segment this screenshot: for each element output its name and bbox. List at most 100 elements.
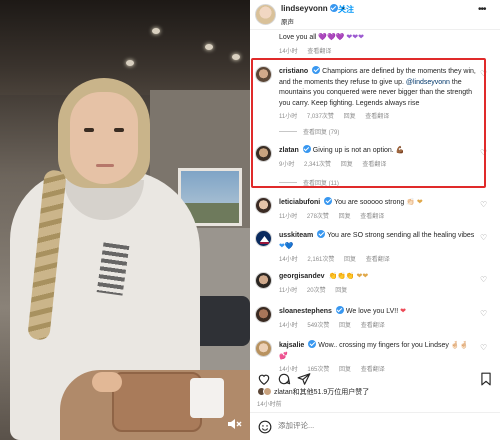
follow-button[interactable]: 关注	[338, 4, 354, 15]
avatar[interactable]	[255, 145, 272, 162]
ceiling-light	[152, 28, 160, 34]
heart-icon[interactable]	[257, 372, 271, 386]
comment-time: 14小时	[279, 322, 298, 329]
comment-icon[interactable]	[277, 372, 291, 386]
comment-text: Wow.. crossing my fingers for you Lindse…	[318, 342, 449, 349]
comment-username[interactable]: georgisandev	[279, 273, 325, 280]
audio-label[interactable]: 原声	[281, 16, 294, 26]
person-eye	[114, 128, 124, 132]
comment-item: cristiano Champions are defined by the m…	[250, 66, 500, 136]
post-action-bar	[250, 372, 500, 386]
post-username[interactable]: lindseyvonn	[281, 4, 328, 13]
comment-text: We love you LV!!	[345, 308, 399, 315]
comment-time: 11小时	[279, 287, 298, 294]
like-comment-icon[interactable]: ♡	[480, 276, 487, 284]
likes-summary[interactable]: zlatan和其他51.9万位用户赞了	[257, 387, 369, 397]
view-replies-link[interactable]: 查看回复 (11)	[279, 178, 339, 187]
comment-emoji: 👏👏👏 ❤❤	[328, 273, 369, 280]
verified-icon	[317, 230, 326, 238]
comment-username[interactable]: kajsalie	[279, 342, 304, 349]
reply-button[interactable]: 回复	[339, 214, 351, 220]
comment-time: 14小时	[279, 48, 298, 55]
avatar[interactable]	[255, 230, 272, 247]
video-player[interactable]	[0, 0, 250, 440]
avatar[interactable]	[255, 272, 272, 289]
like-comment-icon[interactable]: ♡	[480, 149, 487, 157]
like-comment-icon[interactable]: ♡	[480, 201, 487, 209]
ceiling-light	[232, 54, 240, 60]
comment-input[interactable]	[278, 421, 428, 430]
comment-item: zlatan Giving up is not an option. 💪🏾 9小…	[250, 145, 500, 175]
comments-panel: lindseyvonn • 关注 原声 ••• Love you all 💜💜💜…	[250, 0, 500, 440]
comment-username[interactable]: usskiteam	[279, 232, 313, 239]
like-comment-icon[interactable]: ♡	[480, 310, 487, 318]
verified-icon	[335, 306, 344, 314]
comment-likes[interactable]: 7,037次赞	[307, 114, 334, 120]
verified-icon	[324, 197, 333, 205]
comment-likes[interactable]: 278次赞	[307, 214, 329, 220]
knee-brace	[112, 372, 202, 432]
comment-emoji: ❤💙	[279, 242, 294, 250]
mention-link[interactable]: @lindseyvonn	[406, 79, 450, 86]
avatar[interactable]	[255, 306, 272, 323]
translate-link[interactable]: 查看翻译	[365, 114, 389, 120]
post-header: lindseyvonn • 关注 原声 •••	[250, 0, 500, 30]
avatar[interactable]	[255, 4, 276, 25]
translate-link[interactable]: 查看翻译	[362, 162, 386, 168]
verified-icon	[308, 340, 317, 348]
bandage	[190, 378, 224, 418]
comment-username[interactable]: cristiano	[279, 68, 308, 75]
ceiling-light	[126, 60, 134, 66]
comment-username[interactable]: sloanestephens	[279, 308, 332, 315]
comment-text: You are sooooo strong	[334, 199, 405, 206]
caption-text: Love you all	[279, 34, 317, 41]
comment-time: 11小时	[279, 213, 298, 220]
emoji-icon[interactable]	[258, 420, 272, 434]
comment-likes[interactable]: 20次赞	[307, 288, 326, 294]
translate-link[interactable]: 查看翻译	[307, 49, 331, 55]
reply-button[interactable]: 回复	[344, 114, 356, 120]
likes-summary-text: zlatan和其他51.9万位用户赞了	[273, 389, 370, 396]
comment-text: You are SO strong sending all the healin…	[327, 232, 475, 239]
reply-button[interactable]: 回复	[335, 288, 347, 294]
person-hand	[92, 372, 122, 392]
share-icon[interactable]	[297, 372, 311, 386]
person-mouth	[96, 164, 114, 167]
reply-button[interactable]: 回复	[339, 323, 351, 329]
comment-username[interactable]: leticiabufoni	[279, 199, 320, 206]
comment-emoji: 💪🏾	[395, 147, 405, 154]
translate-link[interactable]: 查看翻译	[366, 257, 390, 263]
comment-composer	[250, 412, 500, 440]
verified-icon	[302, 145, 311, 153]
comment-time: 14小时	[279, 257, 298, 263]
comment-emoji: ❤	[400, 308, 406, 315]
person-face	[70, 92, 138, 184]
view-replies-link[interactable]: 查看回复 (79)	[279, 127, 339, 136]
comment-emoji: 👏🏻 ❤	[406, 199, 423, 206]
like-comment-icon[interactable]: ♡	[480, 234, 487, 242]
sound-off-icon[interactable]	[226, 416, 242, 432]
comment-likes[interactable]: 549次赞	[307, 323, 329, 329]
like-comment-icon[interactable]: ♡	[480, 70, 487, 78]
ceiling-light	[205, 44, 213, 50]
avatar[interactable]	[255, 340, 272, 357]
translate-link[interactable]: 查看翻译	[360, 214, 384, 220]
reply-button[interactable]: 回复	[341, 162, 353, 168]
verified-icon	[329, 4, 338, 12]
comment-time: 9小时	[279, 161, 295, 168]
like-comment-icon[interactable]: ♡	[480, 344, 487, 352]
comment-time: 11小时	[279, 114, 298, 120]
verified-icon	[312, 66, 321, 74]
post-time: 14小时前	[257, 402, 282, 408]
more-options-icon[interactable]: •••	[478, 5, 490, 15]
comment-username[interactable]: zlatan	[279, 147, 299, 154]
avatar[interactable]	[255, 66, 272, 83]
bookmark-icon[interactable]	[479, 372, 493, 386]
avatar	[263, 387, 272, 396]
avatar[interactable]	[255, 197, 272, 214]
comment-likes[interactable]: 2,341次赞	[304, 162, 331, 168]
reply-button[interactable]: 回复	[344, 257, 356, 263]
translate-link[interactable]: 查看翻译	[361, 323, 385, 329]
comment-text: Giving up is not an option.	[312, 147, 394, 154]
comment-likes[interactable]: 2,161次赞	[307, 257, 334, 263]
